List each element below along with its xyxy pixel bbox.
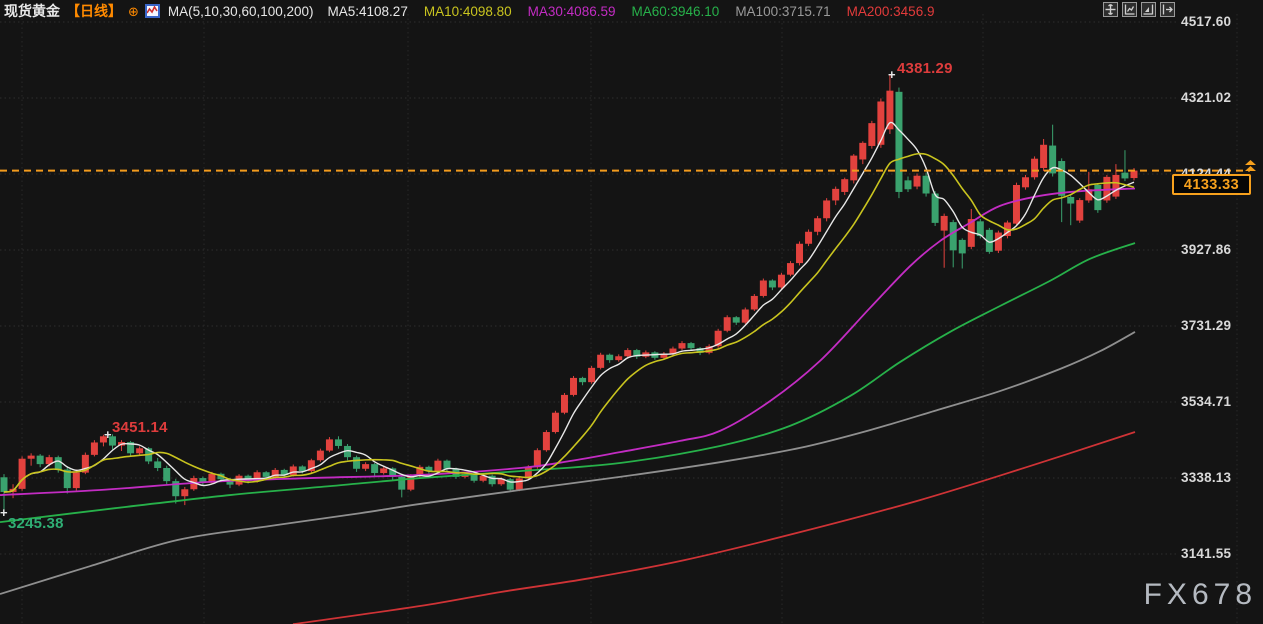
ma-line-MA200 xyxy=(293,432,1135,624)
current-price-box: 4133.33 xyxy=(1172,174,1251,195)
ma-legend-item: MA5:4108.27 xyxy=(328,4,408,19)
chart-app: 现货黄金 【日线】 ⊕ MA(5,10,30,60,100,200) MA5:4… xyxy=(0,0,1263,624)
chart-axis-left-icon[interactable] xyxy=(1122,2,1137,17)
add-indicator-icon[interactable]: ⊕ xyxy=(128,5,139,18)
axis-price-label: 3731.29 xyxy=(1181,318,1261,333)
axis-price-label: 4321.02 xyxy=(1181,90,1261,105)
axis-price-label: 3141.55 xyxy=(1181,546,1261,561)
high-label-3451: 3451.14 xyxy=(112,419,168,436)
ma-legend-item: MA60:3946.10 xyxy=(631,4,719,19)
candlestick-plot[interactable] xyxy=(0,0,1263,624)
ma-legend-item: MA200:3456.9 xyxy=(847,4,935,19)
high-label-4381: 4381.29 xyxy=(897,60,953,77)
symbol-title: 现货黄金 xyxy=(4,1,60,21)
ma-legend-item: MA10:4098.80 xyxy=(424,4,512,19)
chart-toolbar xyxy=(1103,2,1175,17)
chart-axis-right-icon[interactable] xyxy=(1141,2,1156,17)
ma-line-MA10 xyxy=(4,154,1134,492)
low-label-3245: 3245.38 xyxy=(8,515,64,532)
legend-bar: 现货黄金 【日线】 ⊕ MA(5,10,30,60,100,200) MA5:4… xyxy=(0,0,1263,22)
period-badge[interactable]: 【日线】 xyxy=(66,1,122,21)
high-cross-3451: + xyxy=(104,427,112,442)
pan-cross-icon[interactable] xyxy=(1103,2,1118,17)
fx678-watermark: FX678 xyxy=(1144,578,1257,612)
ma-legend-item: MA30:4086.59 xyxy=(528,4,616,19)
candles-layer xyxy=(1,75,1138,514)
ma-settings-label[interactable]: MA(5,10,30,60,100,200) xyxy=(168,4,314,19)
ma-legend-values: MA5:4108.27 MA10:4098.80 MA30:4086.59 MA60:… xyxy=(328,4,935,19)
ma-legend-item: MA100:3715.71 xyxy=(735,4,830,19)
axis-price-label: 3338.13 xyxy=(1181,470,1261,485)
ma-line-MA100 xyxy=(0,332,1135,594)
price-up-arrow-icon xyxy=(1244,160,1257,173)
grid-layer xyxy=(0,14,1237,624)
ma-line-MA30 xyxy=(0,188,1135,495)
ma-line-MA60 xyxy=(0,243,1135,522)
low-cross-3245: + xyxy=(0,505,8,520)
axis-price-label: 3534.71 xyxy=(1181,394,1261,409)
current-price-value: 4133.33 xyxy=(1184,177,1239,193)
detach-window-icon[interactable] xyxy=(1160,2,1175,17)
chart-type-icon[interactable] xyxy=(145,4,160,18)
ma-line-MA5 xyxy=(4,122,1134,492)
high-cross-4381: + xyxy=(888,67,896,82)
axis-price-label: 3927.86 xyxy=(1181,242,1261,257)
